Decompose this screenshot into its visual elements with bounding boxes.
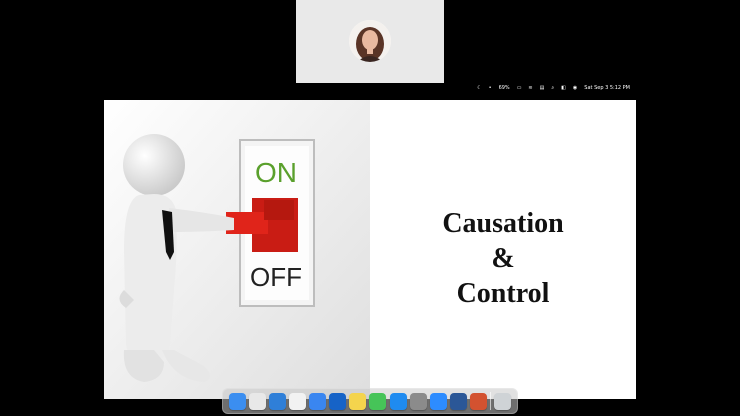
macos-dock	[222, 388, 518, 414]
dock-separator	[489, 392, 491, 410]
siri-icon[interactable]: ◉	[573, 85, 577, 91]
slide-title: Causation & Control	[370, 206, 636, 311]
outlook-icon[interactable]	[329, 392, 347, 410]
screen-mirror-icon[interactable]: ▤	[540, 85, 545, 91]
microphone-icon[interactable]: •	[489, 85, 492, 91]
control-center-icon[interactable]: ◧	[561, 85, 566, 91]
chrome-icon[interactable]	[289, 392, 307, 410]
safari-icon[interactable]	[269, 392, 287, 410]
wifi-icon[interactable]: ≋	[528, 85, 532, 91]
powerpoint-icon[interactable]	[469, 392, 487, 410]
participant-avatar	[349, 20, 391, 62]
messages-icon[interactable]	[369, 392, 387, 410]
slide-title-line-2: &	[491, 243, 515, 274]
search-icon[interactable]: ⌕	[551, 85, 554, 91]
zoom-icon[interactable]	[429, 392, 447, 410]
switch-on-label: ON	[255, 157, 297, 188]
app-store-icon[interactable]	[389, 392, 407, 410]
trash-icon[interactable]	[493, 392, 511, 410]
slide-title-line-1: Causation	[442, 208, 564, 239]
switch-off-label: OFF	[250, 262, 302, 292]
menu-bar-status-area: ☾ • 69% ▭ ≋ ▤ ⌕ ◧ ◉ Sat Sep 3 5:12 PM	[477, 83, 630, 93]
notes-icon[interactable]	[349, 392, 367, 410]
menubar-clock[interactable]: Sat Sep 3 5:12 PM	[584, 85, 630, 91]
mail-icon[interactable]	[309, 392, 327, 410]
slide-illustration: ON OFF	[104, 100, 370, 399]
battery-icon[interactable]: ▭	[517, 85, 522, 91]
system-preferences-icon[interactable]	[409, 392, 427, 410]
participant-video-tile[interactable]	[296, 0, 444, 83]
finder-icon[interactable]	[229, 392, 246, 410]
slide-title-line-3: Control	[456, 278, 550, 309]
launchpad-icon[interactable]	[249, 392, 267, 410]
word-icon[interactable]	[449, 392, 467, 410]
battery-percent: 69%	[498, 85, 510, 91]
moon-icon[interactable]: ☾	[477, 85, 481, 91]
